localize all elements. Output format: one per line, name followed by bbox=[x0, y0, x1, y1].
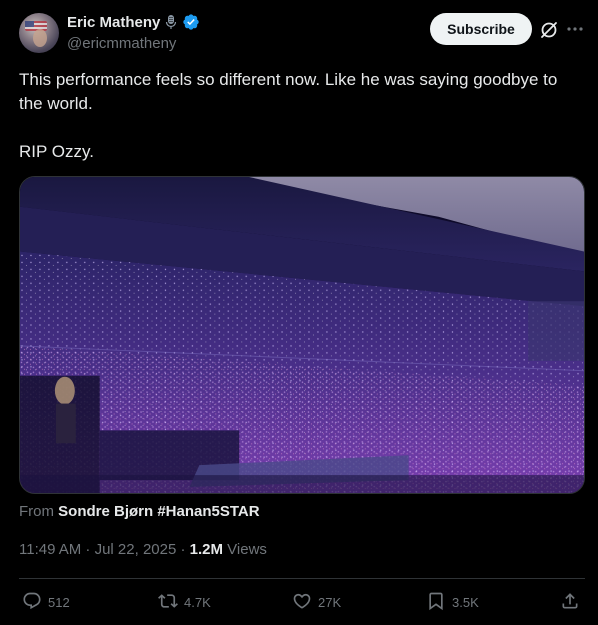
repost-count: 4.7K bbox=[184, 594, 211, 610]
tweet-meta: 11:49 AM · Jul 22, 2025 · 1.2M Views bbox=[19, 541, 267, 558]
bookmark-button[interactable]: 3.5K bbox=[426, 588, 479, 616]
tweet-text: This performance feels so different now.… bbox=[19, 70, 558, 161]
media-attribution: From Sondre Bjørn #Hanan5STAR bbox=[19, 503, 260, 520]
like-count: 27K bbox=[318, 594, 342, 610]
reply-button[interactable]: 512 bbox=[22, 588, 70, 616]
reply-count: 512 bbox=[48, 594, 70, 610]
author-name-row: Eric Matheny bbox=[67, 13, 200, 31]
repost-icon bbox=[158, 591, 178, 614]
tweet-header: Eric Matheny @ericmmatheny Subscribe bbox=[0, 0, 598, 62]
tweet-timestamp[interactable]: 11:49 AM · Jul 22, 2025 · bbox=[19, 541, 190, 558]
subscribe-button[interactable]: Subscribe bbox=[430, 13, 532, 45]
bookmark-icon bbox=[426, 591, 446, 614]
concert-video-thumbnail bbox=[20, 177, 584, 493]
author-handle[interactable]: @ericmmatheny bbox=[67, 35, 176, 52]
author-display-name[interactable]: Eric Matheny bbox=[67, 14, 160, 31]
from-prefix: From bbox=[19, 503, 54, 520]
share-button[interactable] bbox=[560, 588, 580, 616]
media-source-link[interactable]: Sondre Bjørn #Hanan5STAR bbox=[58, 503, 259, 520]
share-icon bbox=[560, 591, 580, 614]
microphone-icon bbox=[164, 14, 178, 30]
reply-icon bbox=[22, 591, 42, 614]
views-count: 1.2M bbox=[189, 541, 224, 558]
verified-badge-icon[interactable] bbox=[182, 13, 200, 31]
tweet-actions: 512 4.7K 27K 3.5K bbox=[0, 588, 598, 616]
avatar[interactable] bbox=[19, 13, 59, 53]
views-label: Views bbox=[223, 541, 267, 558]
divider bbox=[19, 578, 585, 579]
video-media[interactable] bbox=[19, 176, 585, 494]
repost-button[interactable]: 4.7K bbox=[158, 588, 211, 616]
like-button[interactable]: 27K bbox=[292, 588, 341, 616]
more-icon[interactable] bbox=[566, 20, 584, 38]
bookmark-count: 3.5K bbox=[452, 594, 479, 610]
grok-icon[interactable] bbox=[539, 20, 559, 40]
like-icon bbox=[292, 591, 312, 614]
